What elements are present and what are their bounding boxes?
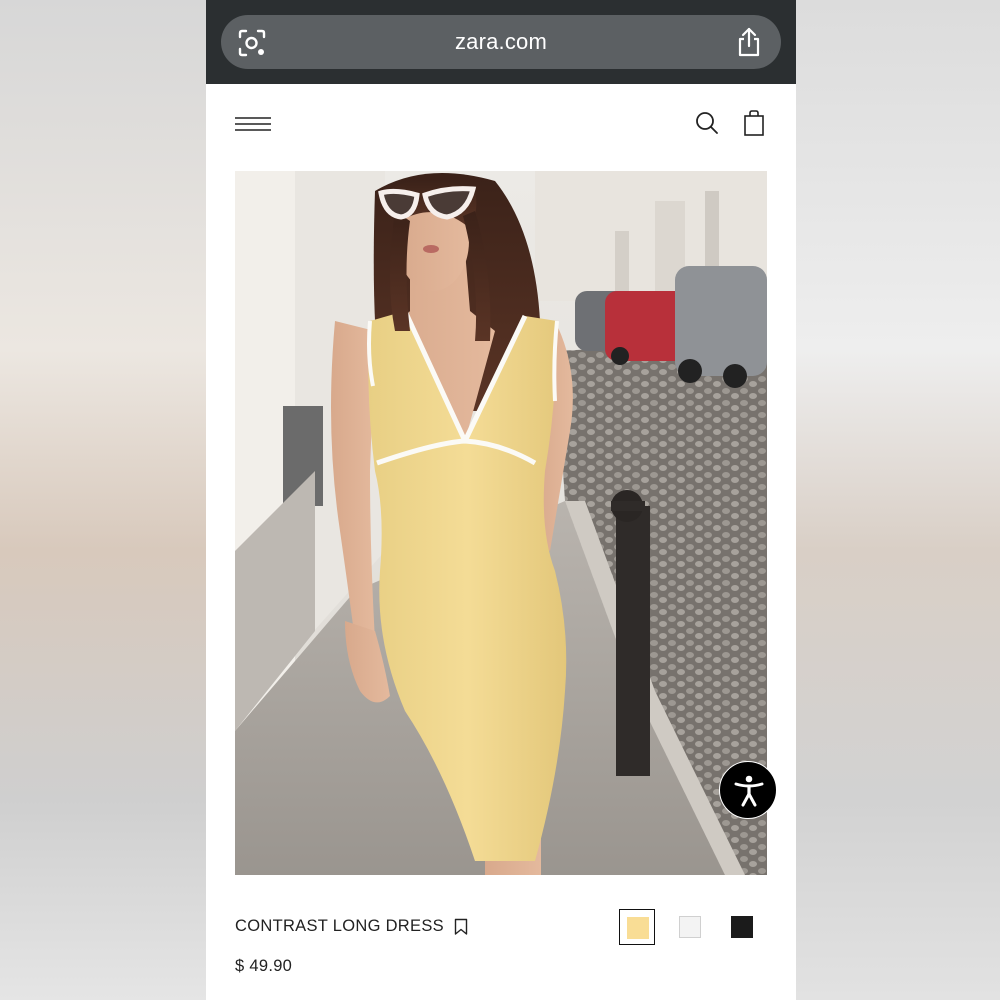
product-image[interactable] — [235, 171, 767, 875]
address-bar[interactable]: zara.com — [221, 15, 781, 69]
product-price: $ 49.90 — [235, 957, 293, 975]
phone-screen: zara.com CONTRAST LONG DRESS $ 49.90 — [206, 0, 796, 1000]
color-swatch-white[interactable] — [672, 909, 708, 945]
url-text[interactable]: zara.com — [221, 15, 781, 69]
swatch-fill — [627, 917, 649, 939]
swatch-fill — [679, 916, 701, 938]
share-icon[interactable] — [735, 26, 763, 58]
menu-icon[interactable] — [235, 116, 271, 136]
shopping-bag-icon[interactable] — [743, 109, 765, 137]
background-left — [0, 0, 206, 1000]
browser-toolbar: zara.com — [206, 0, 796, 84]
search-icon[interactable] — [694, 110, 720, 136]
site-header — [206, 84, 796, 170]
accessibility-button[interactable] — [719, 761, 777, 819]
color-swatch-black[interactable] — [724, 909, 760, 945]
color-swatch-yellow[interactable] — [619, 909, 655, 945]
swatch-fill — [731, 916, 753, 938]
accessibility-icon — [734, 775, 764, 807]
background-right — [796, 0, 1000, 1000]
product-name[interactable]: CONTRAST LONG DRESS — [235, 917, 444, 936]
bookmark-icon[interactable] — [454, 918, 468, 936]
